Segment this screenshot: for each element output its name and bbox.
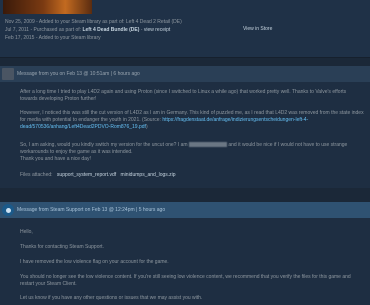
support-message-paragraph: Let us know if you have any other questi…: [20, 295, 203, 301]
support-message-header: Message from Steam Support on Feb 13 @ 1…: [0, 202, 370, 218]
section-divider: [0, 57, 370, 58]
support-message-body: Hello, Thanks for contacting Steam Suppo…: [0, 218, 370, 305]
view-in-store-link[interactable]: View in Store: [243, 26, 272, 32]
support-message-paragraph: I have removed the low violence flag on …: [20, 259, 169, 265]
user-message-header: Message from you on Feb 13 @ 10:51am | 6…: [0, 66, 370, 82]
user-message-paragraph: So, I am asking, would you kindly switch…: [20, 142, 348, 162]
view-receipt-link[interactable]: view receipt: [144, 27, 170, 33]
history-line-1: Nov 25, 2009 - Added to your Steam libra…: [5, 19, 182, 25]
support-message-paragraph: You should no longer see the low violenc…: [20, 274, 351, 287]
attachment-link[interactable]: support_system_report.vdf: [57, 172, 116, 178]
user-message-paragraph: After a long time I tried to play L4D2 a…: [20, 89, 347, 102]
bundle-name: Left 4 Dead Bundle (DE): [82, 27, 140, 33]
support-message-paragraph: Thanks for contacting Steam Support.: [20, 244, 104, 250]
support-message-title: Message from Steam Support on Feb 13 @ 1…: [17, 207, 166, 213]
user-message-paragraph: However, I noticed this was still the cu…: [20, 110, 364, 130]
user-message-title: Message from you on Feb 13 @ 10:51am | 6…: [17, 71, 140, 77]
user-avatar: [2, 68, 14, 80]
history-line-2: Jul 7, 2011 - Purchased as part of: Left…: [5, 27, 171, 33]
attachments-row: Files attached: support_system_report.vd…: [20, 172, 176, 178]
user-message-body: After a long time I tried to play L4D2 a…: [0, 82, 370, 188]
steam-logo-icon: [2, 204, 14, 216]
redacted-text: [188, 142, 227, 148]
history-line-3: Feb 17, 2015 - Added to your Steam libra…: [5, 35, 101, 41]
support-message-paragraph: Hello,: [20, 229, 33, 235]
attachment-link[interactable]: minidumps_and_logs.zip: [121, 172, 176, 178]
purchase-history: Nov 25, 2009 - Added to your Steam libra…: [0, 0, 370, 57]
game-banner-image: [3, 0, 92, 14]
